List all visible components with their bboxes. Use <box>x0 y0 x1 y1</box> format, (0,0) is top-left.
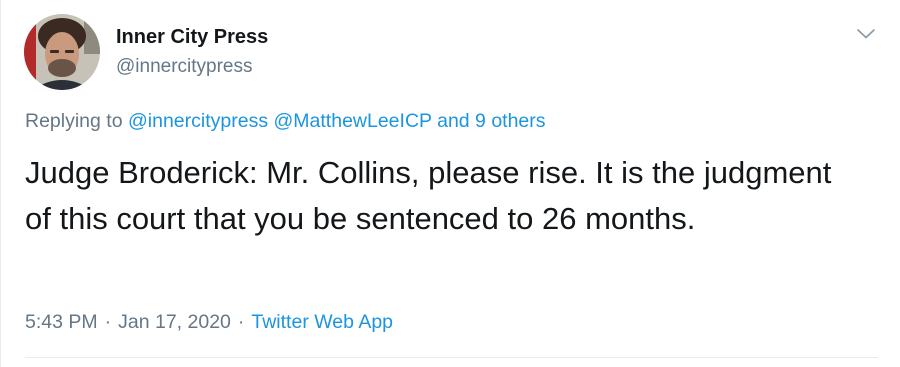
reply-others-link[interactable]: and 9 others <box>437 110 545 132</box>
tweet-card: Inner City Press @innercitypress Replyin… <box>0 0 900 367</box>
tweet-menu-button[interactable] <box>854 22 878 46</box>
reply-context: Replying to @innercitypress @MatthewLeeI… <box>25 108 546 134</box>
avatar[interactable] <box>24 14 100 90</box>
meta-separator: · <box>237 311 245 333</box>
avatar-photo <box>24 14 100 90</box>
mention-link-matthewleeicp[interactable]: @MatthewLeeICP <box>274 110 432 132</box>
author-display-name[interactable]: Inner City Press <box>116 25 268 49</box>
author-block[interactable]: Inner City Press @innercitypress <box>116 25 268 79</box>
divider <box>25 357 878 358</box>
mention-link-innercitypress[interactable]: @innercitypress <box>128 110 268 132</box>
tweet-time[interactable]: 5:43 PM <box>25 311 98 333</box>
reply-prefix: Replying to <box>25 110 123 132</box>
meta-separator: · <box>104 311 112 333</box>
chevron-down-icon <box>857 29 875 39</box>
tweet-source-link[interactable]: Twitter Web App <box>251 311 393 333</box>
tweet-date[interactable]: Jan 17, 2020 <box>118 311 231 333</box>
author-handle[interactable]: @innercitypress <box>116 55 268 79</box>
thread-border <box>0 0 1 367</box>
tweet-metadata: 5:43 PM · Jan 17, 2020 · Twitter Web App <box>25 309 393 335</box>
tweet-text: Judge Broderick: Mr. Collins, please ris… <box>25 155 832 236</box>
